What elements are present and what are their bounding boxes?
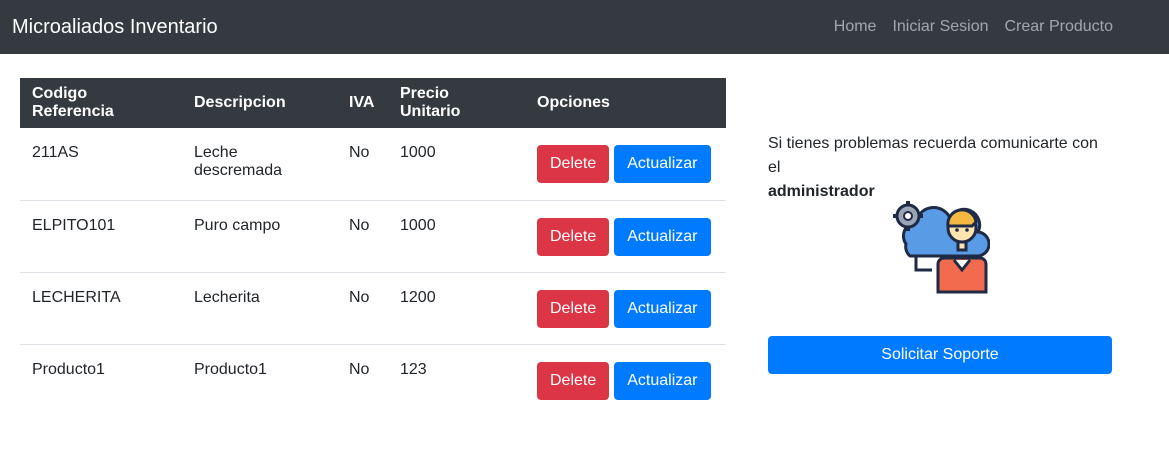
delete-button[interactable]: Delete [537, 217, 610, 256]
delete-button[interactable]: Delete [537, 361, 610, 400]
update-button[interactable]: Actualizar [614, 217, 711, 256]
cell-precio: 1000 [388, 199, 525, 272]
cell-precio: 123 [388, 343, 525, 416]
cell-iva: No [337, 343, 388, 416]
cell-codigo: Producto1 [20, 343, 182, 416]
nav-iniciar-sesion[interactable]: Iniciar Sesion [892, 18, 988, 36]
header-precio: Precio Unitario [388, 78, 525, 128]
header-descripcion: Descripcion [182, 78, 337, 128]
cell-opciones: Delete Actualizar [525, 199, 726, 272]
table-row: LECHERITA Lecherita No 1200 Delete Actual… [20, 271, 726, 344]
header-opciones: Opciones [525, 78, 726, 128]
table-row: 211AS Leche descremada No 1000 Delete Act… [20, 128, 726, 200]
cell-opciones: Delete Actualizar [525, 271, 726, 344]
table-row: Producto1 Producto1 No 123 Delete Actuali… [20, 343, 726, 416]
cell-descripcion: Puro campo [182, 199, 337, 272]
cell-precio: 1000 [400, 144, 436, 161]
update-button[interactable]: Actualizar [614, 289, 711, 328]
table-row: ELPITO101 Puro campo No 1000 Delete Actua… [20, 199, 726, 272]
cell-descripcion: Leche descremada [194, 144, 283, 179]
cell-opciones: Delete Actualizar [525, 343, 726, 416]
brand-title[interactable]: Microaliados Inventario [12, 16, 218, 39]
support-message: Si tienes problemas recuerda comunicarte… [768, 132, 1112, 204]
cell-codigo: ELPITO101 [20, 199, 182, 272]
header-codigo: Codigo Referencia [20, 78, 182, 128]
request-support-button[interactable]: Solicitar Soporte [768, 336, 1112, 374]
cell-descripcion: Lecherita [182, 271, 337, 344]
table-header-row: Codigo Referencia Descripcion IVA Precio… [20, 78, 726, 128]
nav-home[interactable]: Home [834, 18, 877, 36]
header-iva: IVA [337, 78, 388, 128]
cell-precio: 1200 [388, 271, 525, 344]
delete-button[interactable]: Delete [537, 289, 610, 328]
nav-links: Home Iniciar Sesion Crear Producto [834, 18, 1113, 36]
cell-iva: No [349, 144, 370, 161]
nav-crear-producto[interactable]: Crear Producto [1005, 18, 1114, 36]
cell-codigo: LECHERITA [20, 271, 182, 344]
delete-button[interactable]: Delete [537, 145, 610, 183]
update-button[interactable]: Actualizar [614, 361, 711, 400]
support-panel: Si tienes problemas recuerda comunicarte… [768, 132, 1112, 374]
cell-codigo: 211AS [32, 144, 79, 161]
update-button[interactable]: Actualizar [614, 145, 711, 183]
inventory-table: Codigo Referencia Descripcion IVA Precio… [20, 78, 726, 416]
cell-descripcion: Producto1 [182, 343, 337, 416]
support-message-bold: administrador [768, 183, 875, 200]
cell-opciones: Delete Actualizar [525, 128, 726, 200]
cell-iva: No [337, 199, 388, 272]
support-admin-icon [892, 198, 991, 301]
cell-iva: No [337, 271, 388, 344]
navbar: Microaliados Inventario Home Iniciar Ses… [0, 0, 1169, 54]
support-message-text: Si tienes problemas recuerda comunicarte… [768, 135, 1098, 176]
